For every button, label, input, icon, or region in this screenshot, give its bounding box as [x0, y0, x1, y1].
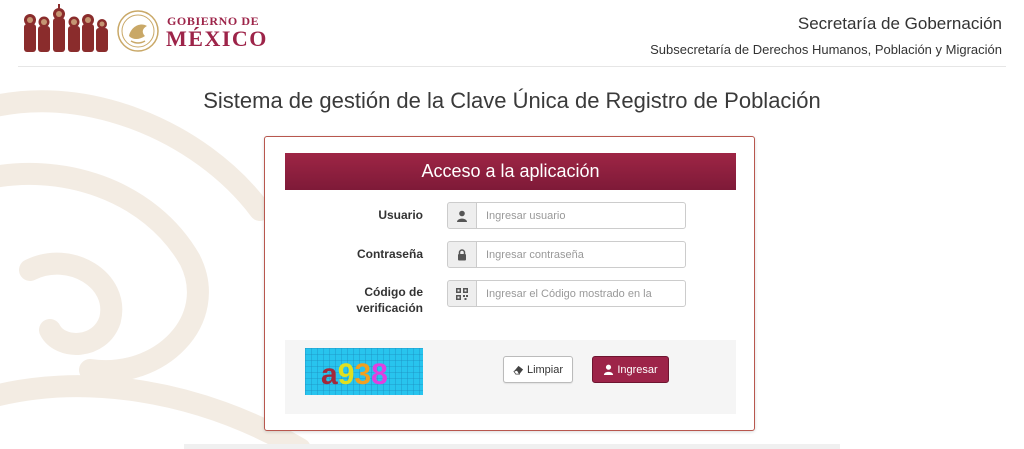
- national-heroes-logo: [24, 4, 108, 52]
- verification-code-label: Código de verificación: [356, 285, 423, 315]
- captcha-image: a938: [305, 348, 423, 395]
- verification-code-input[interactable]: [476, 280, 686, 307]
- verification-code-input-group: [447, 280, 687, 307]
- page-bottom-bar: [184, 444, 840, 449]
- login-panel: Acceso a la aplicación Usuario Contraseñ…: [264, 136, 755, 431]
- password-input-group: [447, 241, 687, 268]
- subsecretaria-subtitle: Subsecretaría de Derechos Humanos, Pobla…: [650, 42, 1002, 57]
- user-icon: [447, 202, 477, 229]
- clear-button[interactable]: Limpiar: [503, 356, 573, 383]
- password-label: Contraseña: [356, 247, 423, 261]
- login-panel-heading: Acceso a la aplicación: [285, 153, 736, 190]
- captcha-char: a: [321, 358, 338, 391]
- captcha-text: a938: [321, 358, 388, 391]
- user-icon: [604, 364, 614, 375]
- login-button[interactable]: Ingresar: [592, 356, 669, 383]
- page-header: GOBIERNO DE MÉXICO Secretaría de Goberna…: [0, 0, 1024, 66]
- captcha-char: 8: [371, 358, 388, 391]
- page-title: Sistema de gestión de la Clave Única de …: [203, 88, 821, 113]
- captcha-char: 9: [338, 358, 355, 391]
- government-logo-bottom-text: MÉXICO: [166, 26, 268, 51]
- username-label: Usuario: [378, 208, 423, 222]
- secretaria-title: Secretaría de Gobernación: [797, 14, 1002, 33]
- clear-button-label: Limpiar: [526, 363, 564, 376]
- login-actions-area: a938 Limpiar Ingresar: [285, 340, 736, 414]
- qrcode-icon: [447, 280, 477, 307]
- username-input-group: [447, 202, 687, 229]
- lock-icon: [447, 241, 477, 268]
- username-input[interactable]: [476, 202, 686, 229]
- national-seal-icon: [117, 10, 159, 52]
- captcha-char: 3: [354, 358, 371, 391]
- password-input[interactable]: [476, 241, 686, 268]
- eraser-icon: [513, 365, 524, 375]
- header-divider: [18, 66, 1006, 67]
- login-button-label: Ingresar: [617, 363, 658, 376]
